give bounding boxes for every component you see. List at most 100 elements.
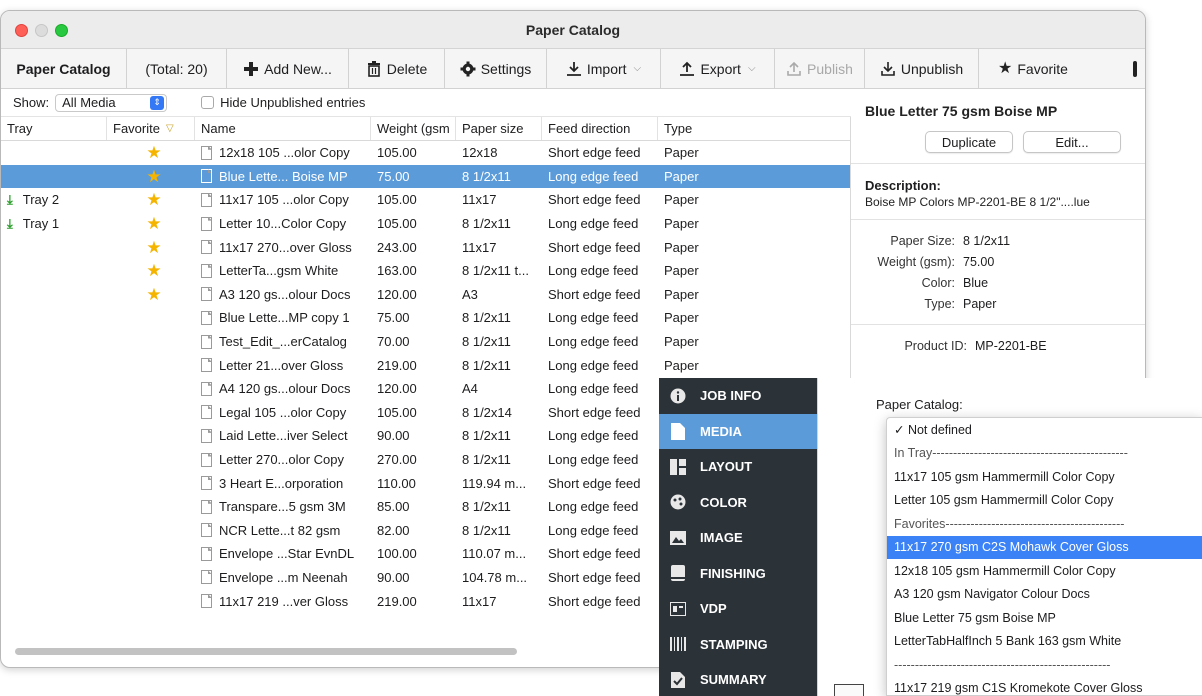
sidebar-item-vdp[interactable]: VDP — [659, 591, 817, 627]
column-header-feed-direction[interactable]: Feed direction — [542, 117, 658, 140]
favorite-cell[interactable] — [107, 566, 195, 590]
favorite-cell[interactable] — [107, 401, 195, 425]
paper-size-cell: A3 — [462, 286, 478, 302]
sidebar-item-label: SUMMARY — [700, 672, 767, 688]
favorite-cell[interactable] — [107, 589, 195, 613]
favorite-cell[interactable] — [107, 471, 195, 495]
settings-button[interactable]: Settings — [445, 49, 547, 88]
table-row[interactable]: ★ 12x18 105 ...olor Copy 105.00 12x18 Short … — [1, 141, 850, 165]
paper-size-cell: 8 1/2x11 — [462, 499, 511, 515]
show-label: Show: — [13, 95, 50, 110]
sidebar-item-color[interactable]: COLOR — [659, 485, 817, 521]
weight-cell: 90.00 — [377, 569, 410, 585]
column-header-paper-size[interactable]: Paper size — [456, 117, 542, 140]
sidebar-item-label: STAMPING — [700, 636, 768, 652]
hide-unpublished-checkbox[interactable] — [201, 96, 215, 109]
document-icon — [201, 145, 212, 160]
summary-icon — [669, 671, 686, 688]
menu-item[interactable]: Letter 105 gsm Hammermill Color Copy — [887, 489, 1202, 513]
export-label: Export — [700, 60, 741, 77]
favorite-cell[interactable] — [107, 424, 195, 448]
property-value: Blue — [963, 275, 989, 290]
favorite-cell[interactable]: ★ — [107, 283, 195, 307]
sidebar-item-label: JOB INFO — [700, 388, 762, 404]
column-header-weight[interactable]: Weight (gsm — [371, 117, 456, 140]
favorite-cell[interactable]: ★ — [107, 235, 195, 259]
weight-cell: 105.00 — [377, 145, 417, 161]
menu-item[interactable]: 11x17 219 gsm C1S Kromekote Cover Gloss — [887, 677, 1202, 696]
sidebar-item-stamping[interactable]: STAMPING — [659, 627, 817, 663]
column-header-tray[interactable]: Tray — [1, 117, 107, 140]
table-row[interactable]: ⤓ Tray 1 ★ Letter 10...Color Copy 105.00 8 1/… — [1, 212, 850, 236]
sidebar-item-job-info[interactable]: JOB INFO — [659, 378, 817, 414]
favorite-cell[interactable] — [107, 448, 195, 472]
column-header-type[interactable]: Type — [658, 117, 778, 140]
publish-button[interactable]: Publish — [775, 49, 865, 88]
feed-direction-cell: Short edge feed — [548, 546, 641, 562]
edit-button[interactable]: Edit... — [1023, 131, 1121, 153]
name-cell: Letter 21...over Gloss — [195, 353, 371, 377]
type-cell: Paper — [664, 216, 699, 232]
feed-direction-cell: Short edge feed — [548, 569, 641, 585]
favorite-button[interactable]: ★ Favorite — [979, 49, 1087, 88]
document-icon — [201, 192, 212, 207]
favorite-cell[interactable]: ★ — [107, 212, 195, 236]
table-row[interactable]: ★ LetterTa...gsm White 163.00 8 1/2x11 t...… — [1, 259, 850, 283]
table-row[interactable]: ★ A3 120 gs...olour Docs 120.00 A3 Short edg… — [1, 283, 850, 307]
column-header-name[interactable]: Name — [195, 117, 371, 140]
sidebar-item-image[interactable]: IMAGE — [659, 520, 817, 556]
favorite-cell[interactable] — [107, 306, 195, 330]
menu-item[interactable]: 11x17 270 gsm C2S Mohawk Cover Gloss — [887, 535, 1202, 559]
favorite-cell[interactable] — [107, 330, 195, 354]
menu-item[interactable]: 12x18 105 gsm Hammermill Color Copy — [887, 559, 1202, 583]
import-label: Import — [586, 60, 627, 77]
favorite-cell[interactable] — [107, 495, 195, 519]
favorite-cell[interactable]: ★ — [107, 141, 195, 165]
favorite-cell[interactable] — [107, 542, 195, 566]
paper-size-cell: 8 1/2x11 — [462, 522, 511, 538]
favorite-cell[interactable]: ★ — [107, 188, 195, 212]
show-media-select[interactable]: All Media ⇕ — [55, 93, 168, 112]
name-text: LetterTa...gsm White — [219, 263, 339, 279]
table-row[interactable]: ⤓ Tray 2 ★ 11x17 105 ...olor Copy 105.00 11x1… — [1, 188, 850, 212]
menu-item[interactable]: Blue Letter 75 gsm Boise MP — [887, 606, 1202, 630]
name-text: Letter 10...Color Copy — [219, 216, 347, 232]
horizontal-scrollbar[interactable] — [15, 648, 517, 655]
tray-cell — [1, 471, 107, 495]
sidebar-item-label: MEDIA — [700, 423, 742, 439]
menu-item[interactable]: 11x17 105 gsm Hammermill Color Copy — [887, 465, 1202, 489]
tray-cell — [1, 165, 107, 189]
favorite-cell[interactable] — [107, 353, 195, 377]
sidebar-item-layout[interactable]: LAYOUT — [659, 449, 817, 485]
delete-button[interactable]: Delete — [349, 49, 445, 88]
menu-item[interactable]: A3 120 gsm Navigator Colour Docs — [887, 583, 1202, 607]
more-options-icon[interactable] — [1133, 60, 1137, 77]
favorite-cell[interactable] — [107, 377, 195, 401]
favorite-cell[interactable]: ★ — [107, 165, 195, 189]
tray-cell — [1, 589, 107, 613]
export-button[interactable]: Export ⌵ — [661, 49, 775, 88]
add-new-button[interactable]: Add New... — [227, 49, 349, 88]
paper-size-cell: 11x17 — [462, 239, 497, 255]
menu-item[interactable]: ✓ Not defined — [887, 418, 1202, 442]
weight-cell: 75.00 — [377, 168, 410, 184]
duplicate-button[interactable]: Duplicate — [925, 131, 1013, 153]
unpublish-button[interactable]: Unpublish — [865, 49, 979, 88]
favorite-cell[interactable]: ★ — [107, 259, 195, 283]
media-panel: Paper Catalog: ✓ Not defined In Tray-----… — [817, 378, 1202, 696]
sidebar-item-finishing[interactable]: FINISHING — [659, 556, 817, 592]
table-row[interactable]: Blue Lette...MP copy 1 75.00 8 1/2x11 Long … — [1, 306, 850, 330]
sidebar-item-media[interactable]: MEDIA — [659, 413, 817, 449]
tray-cell — [1, 306, 107, 330]
table-row[interactable]: ★ Blue Lette... Boise MP 75.00 8 1/2x11 Long… — [1, 164, 850, 189]
paper-catalog-dropdown-menu: ✓ Not defined In Tray--------------------… — [886, 417, 1202, 696]
star-icon: ★ — [146, 237, 162, 257]
menu-item[interactable]: LetterTabHalfInch 5 Bank 163 gsm White — [887, 630, 1202, 654]
table-row[interactable]: Letter 21...over Gloss 219.00 8 1/2x11 Long… — [1, 353, 850, 377]
sidebar-item-summary[interactable]: SUMMARY — [659, 662, 817, 696]
import-button[interactable]: Import ⌵ — [547, 49, 661, 88]
favorite-cell[interactable] — [107, 519, 195, 543]
column-header-favorite[interactable]: Favorite ▽ — [107, 117, 195, 140]
table-row[interactable]: Test_Edit_...erCatalog 70.00 8 1/2x11 Long … — [1, 330, 850, 354]
table-row[interactable]: ★ 11x17 270...over Gloss 243.00 11x17 Short … — [1, 235, 850, 259]
